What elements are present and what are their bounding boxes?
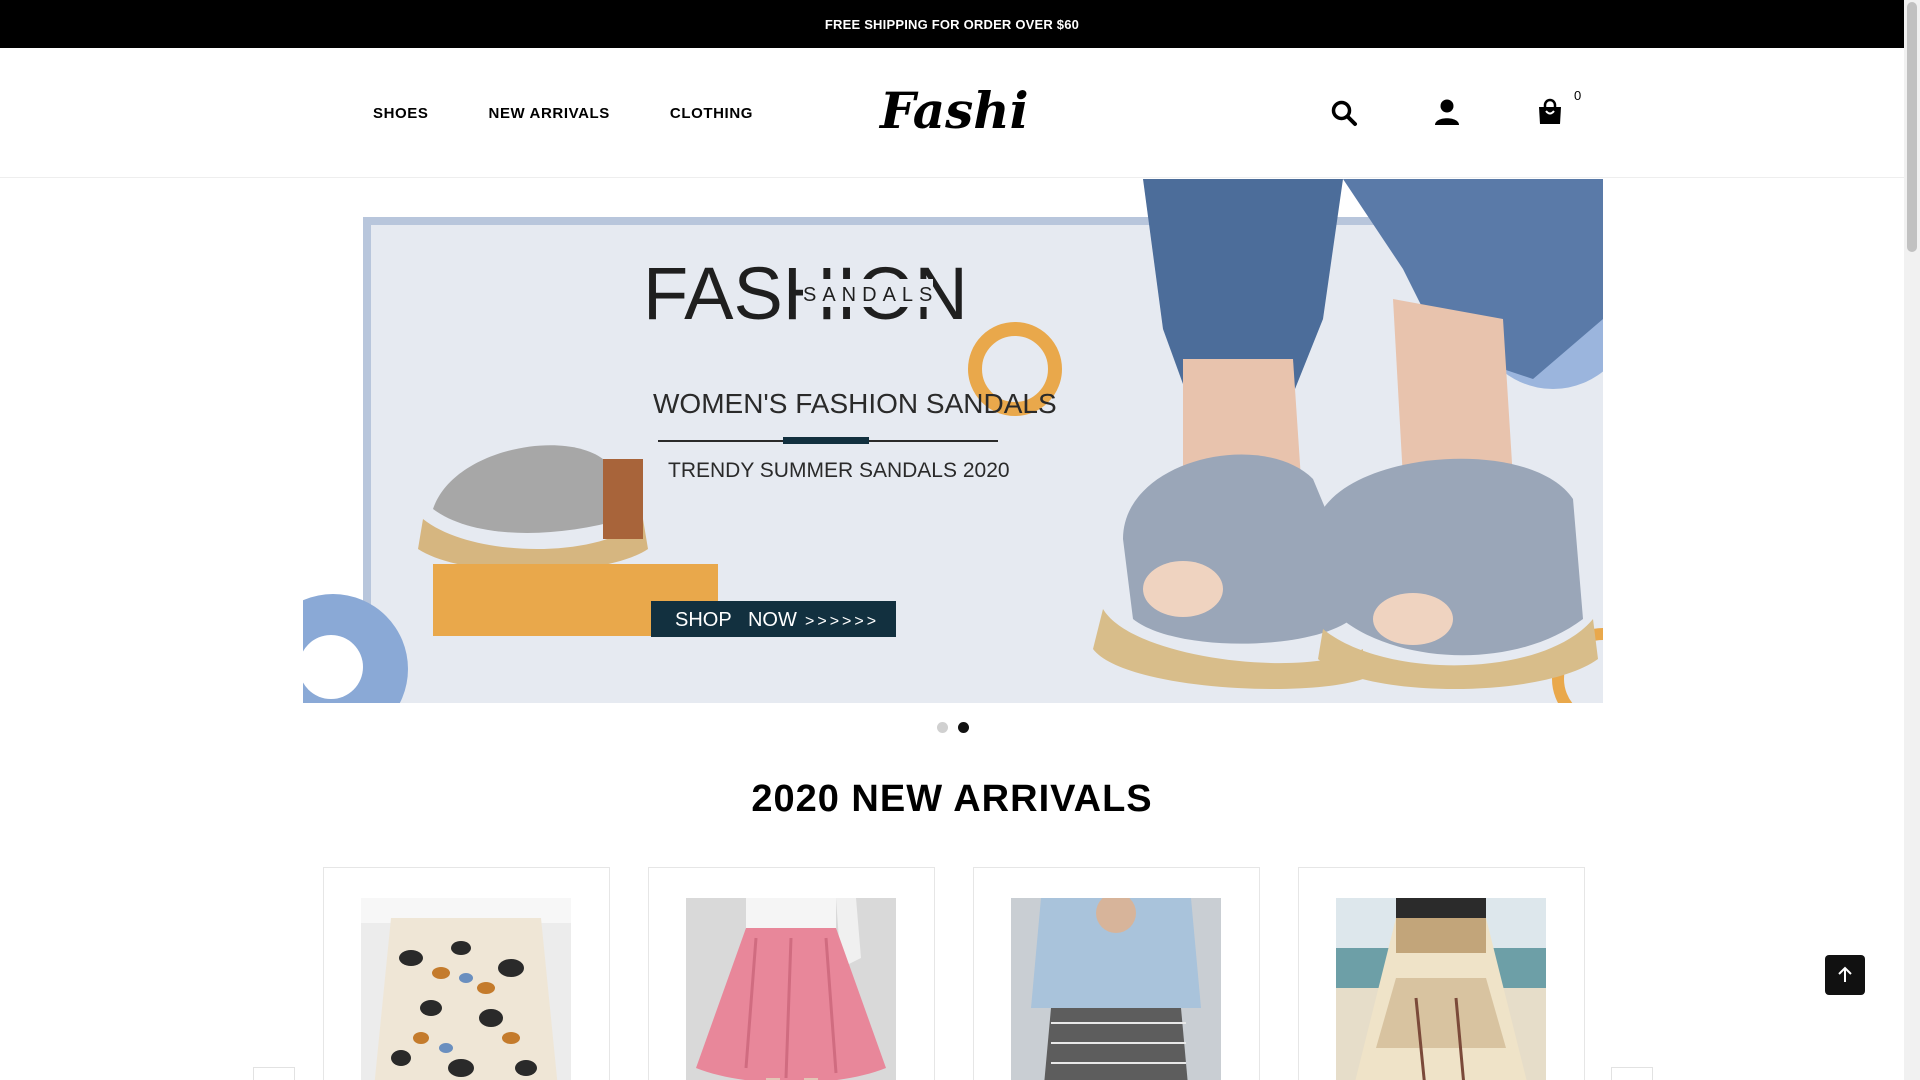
main-nav: SHOES NEW ARRIVALS CLOTHING <box>373 48 753 178</box>
nav-shoes[interactable]: SHOES <box>373 105 429 122</box>
arrow-up-icon <box>1838 966 1852 982</box>
announcement-text: FREE SHIPPING FOR ORDER OVER $60 <box>824 16 1080 32</box>
logo[interactable]: Fashion <box>878 82 1028 148</box>
nav-new-arrivals[interactable]: NEW ARRIVALS <box>489 105 610 122</box>
banner-brand-small: SANDALS <box>803 284 938 306</box>
back-to-top-button[interactable] <box>1825 955 1865 995</box>
slider-dot-2[interactable] <box>958 722 969 733</box>
cart-button[interactable] <box>1530 92 1570 132</box>
announcement-bar: FREE SHIPPING FOR ORDER OVER $60 <box>0 0 1904 48</box>
product-card[interactable] <box>1298 867 1585 1080</box>
carousel-prev-button[interactable] <box>253 1067 295 1080</box>
product-card[interactable] <box>323 867 610 1080</box>
account-button[interactable] <box>1427 92 1467 132</box>
banner-headline: WOMEN'S FASHION SANDALS <box>653 388 1057 419</box>
hero-banner-graphic: FASHION SANDALS WOMEN'S FASHION SANDALS … <box>303 179 1603 703</box>
search-button[interactable] <box>1324 93 1364 133</box>
product-card[interactable] <box>973 867 1260 1080</box>
product-image[interactable] <box>361 898 571 1080</box>
banner-subline: TRENDY SUMMER SANDALS 2020 <box>668 459 1010 482</box>
section-title: 2020 NEW ARRIVALS <box>751 778 1153 820</box>
product-image[interactable] <box>686 898 896 1080</box>
shop-now-arrows: >>>>>> <box>805 613 879 630</box>
scrollbar-thumb[interactable] <box>1907 2 1917 252</box>
page: FREE SHIPPING FOR ORDER OVER $60 SHOES N… <box>0 0 1920 1080</box>
user-icon <box>1435 99 1459 125</box>
cart-count: 0 <box>1574 88 1582 103</box>
site-header: SHOES NEW ARRIVALS CLOTHING Fashion <box>0 48 1904 178</box>
product-carousel <box>323 867 1585 1080</box>
product-image[interactable] <box>1336 898 1546 1080</box>
logo-text: Fashion <box>878 82 1028 140</box>
slider-dot-1[interactable] <box>937 722 948 733</box>
search-icon <box>1331 100 1357 126</box>
hero-banner[interactable]: FASHION SANDALS WOMEN'S FASHION SANDALS … <box>303 179 1603 703</box>
carousel-next-button[interactable] <box>1611 1067 1653 1080</box>
nav-clothing[interactable]: CLOTHING <box>670 105 753 122</box>
shop-now-label: SHOP NOW <box>675 609 797 631</box>
product-image[interactable] <box>1011 898 1221 1080</box>
product-card[interactable] <box>648 867 935 1080</box>
slider-dots <box>937 722 969 733</box>
shopping-bag-icon <box>1539 98 1561 124</box>
